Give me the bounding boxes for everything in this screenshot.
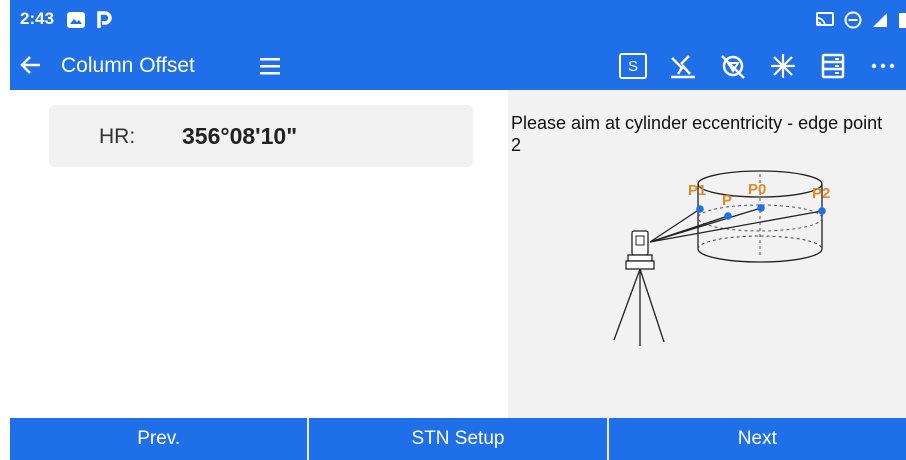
battery-icon: [898, 11, 906, 34]
bottom-action-bar: Prev. STN Setup Next: [10, 418, 906, 460]
hamburger-menu-icon[interactable]: [258, 54, 282, 78]
status-time: 2:43: [20, 9, 55, 28]
stn-setup-button[interactable]: STN Setup: [307, 418, 606, 460]
point-p1-marker: [696, 205, 704, 213]
label-p0: P0: [748, 181, 766, 198]
point-p2-marker: [818, 207, 826, 215]
storage-list-icon: [821, 53, 845, 79]
laser-pointer-button[interactable]: [766, 50, 800, 82]
point-p0-marker: [757, 204, 765, 212]
next-button[interactable]: Next: [606, 418, 906, 460]
hr-value: 356°08'10": [182, 123, 298, 149]
prism-off-button[interactable]: [716, 50, 750, 82]
more-button[interactable]: [866, 50, 900, 82]
instruction-panel: Please aim at cylinder eccentricity - ed…: [508, 90, 906, 418]
page-title: Column Offset: [61, 54, 195, 77]
cast-icon: [816, 12, 834, 33]
column-offset-diagram: P1 P P0 P2: [613, 170, 830, 346]
gallery-icon: [66, 11, 86, 34]
back-arrow-icon[interactable]: [18, 52, 44, 78]
prev-button[interactable]: Prev.: [10, 418, 307, 460]
measurement-panel: HR: 356°08'10": [10, 90, 508, 418]
label-p1: P1: [688, 182, 706, 199]
parking-p-icon: [96, 10, 112, 35]
app-bar: Column Offset S: [10, 42, 906, 90]
hr-card: HR: 356°08'10": [49, 105, 473, 167]
point-p-marker: [724, 212, 732, 220]
status-right-icons: [816, 11, 906, 34]
laser-off-button[interactable]: [666, 50, 700, 82]
toolbar: S: [600, 50, 900, 82]
more-icon: [871, 63, 895, 69]
s-mode-icon: S: [619, 53, 647, 79]
label-p: P: [722, 192, 732, 209]
status-bar: 2:43: [10, 0, 906, 42]
app-screen: 2:43 Column Offset S HR: 356°08'10" Plea…: [10, 0, 906, 460]
prism-off-icon: [721, 55, 745, 79]
do-not-disturb-icon: [844, 11, 862, 34]
s-mode-button[interactable]: S: [616, 50, 650, 82]
storage-list-button[interactable]: [816, 50, 850, 82]
laser-off-icon: [671, 55, 695, 79]
status-left-icons: [66, 10, 112, 35]
laser-pointer-icon: [771, 54, 795, 78]
signal-icon: [872, 12, 888, 33]
hr-label: HR:: [99, 125, 136, 148]
label-p2: P2: [812, 185, 830, 202]
